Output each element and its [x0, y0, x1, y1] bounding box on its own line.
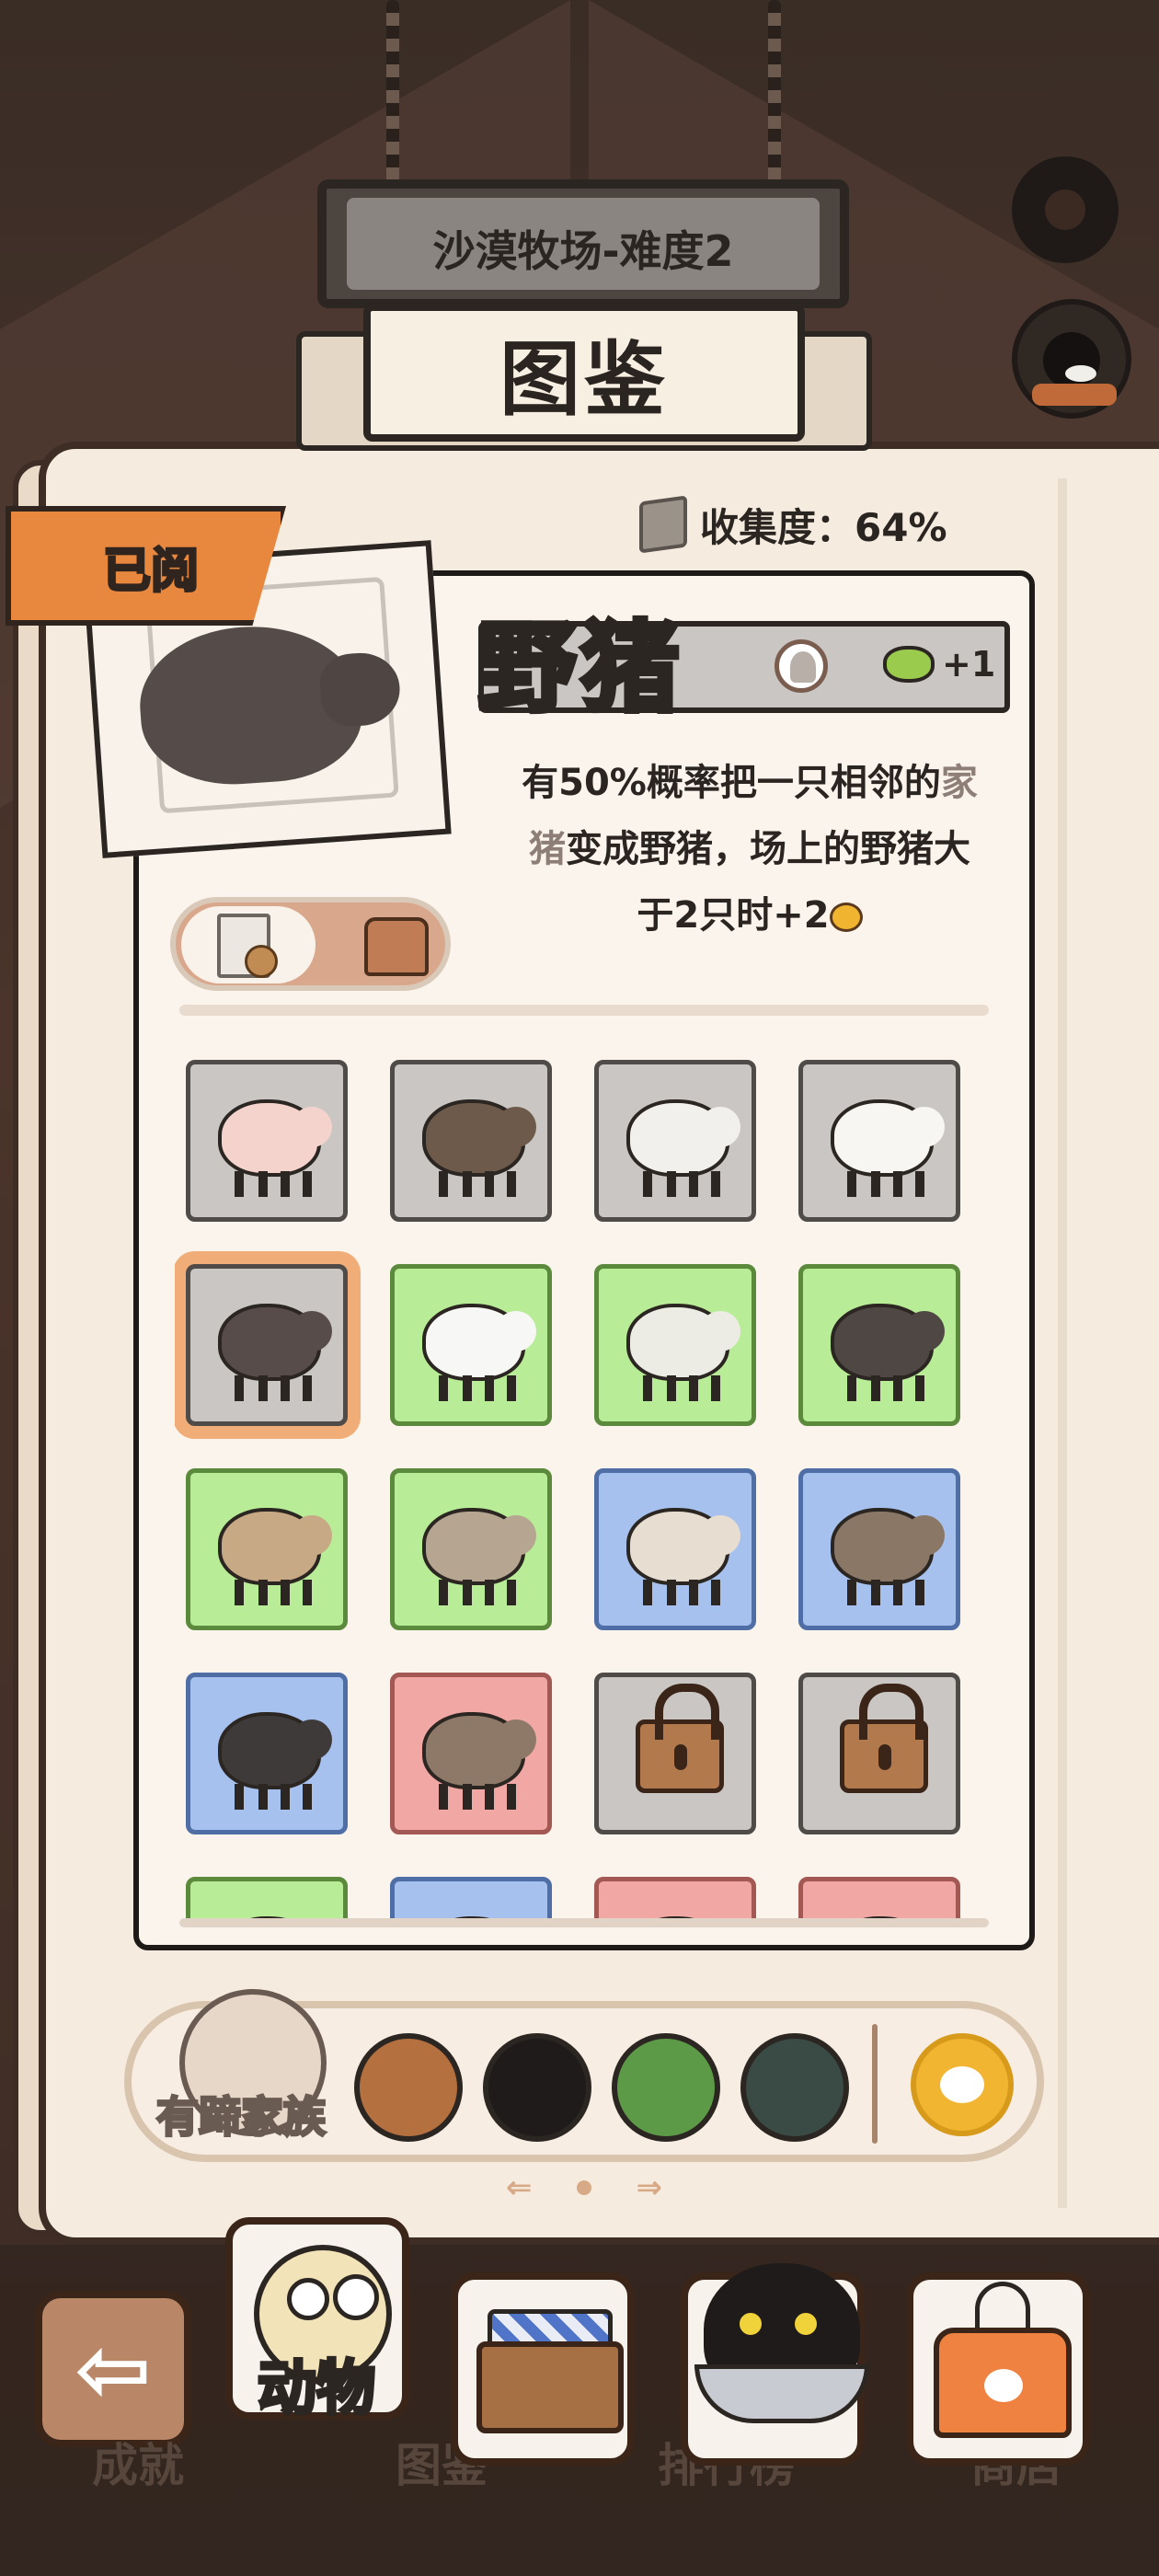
bonus-indicator: +1 — [883, 644, 995, 684]
page-dot — [577, 2180, 591, 2195]
pig-icon — [218, 1099, 332, 1197]
animal-description: 有50%概率把一只相邻的家 猪变成野猪，场上的野猪大 于2只时+2 — [522, 762, 978, 937]
animal-tile[interactable] — [390, 1673, 552, 1834]
sign-chain-right — [768, 0, 781, 184]
camel-icon — [422, 1508, 536, 1605]
back-arrow-icon: ⇦ — [75, 2315, 152, 2423]
sheep-icon — [626, 1099, 740, 1197]
animal-tile[interactable] — [594, 1673, 756, 1834]
poultry-family-tab[interactable] — [354, 2033, 463, 2142]
animal-tile[interactable] — [186, 1877, 348, 1918]
cow-brown-icon — [422, 1099, 536, 1197]
bird-family-tab[interactable] — [612, 2033, 720, 2142]
animal-name: 野猪 — [476, 609, 684, 728]
animal-tile[interactable] — [798, 1060, 960, 1222]
current-family-label: 有蹄家族 — [155, 2091, 327, 2144]
read-badge-label: 已阅 — [101, 542, 200, 600]
animal-tile[interactable] — [390, 1877, 552, 1918]
collection-label: 收集度：64% — [700, 504, 947, 550]
goat-white-icon — [831, 1099, 945, 1197]
animal-tile[interactable] — [186, 1468, 348, 1630]
bonus-value: +1 — [942, 644, 996, 684]
alpaca-icon — [626, 1508, 740, 1605]
mountain-goat-icon — [626, 1304, 740, 1401]
gazelle-icon — [218, 1508, 332, 1605]
animal-tile[interactable] — [798, 1673, 960, 1834]
animal-tile[interactable] — [390, 1264, 552, 1426]
sign-chain-left — [386, 0, 399, 184]
back-button[interactable]: ⇦ — [35, 2291, 191, 2447]
dairy-cow-icon — [422, 1304, 536, 1401]
animal-tile[interactable] — [798, 1264, 960, 1426]
farm-title: 沙漠牧场-难度2 — [432, 226, 734, 276]
animal-tile[interactable] — [594, 1468, 756, 1630]
lock-icon — [636, 1684, 724, 1793]
player-avatar[interactable] — [1012, 299, 1131, 419]
cat-eye-right — [791, 2309, 820, 2339]
animal-tile[interactable] — [594, 1877, 756, 1918]
animal-tile[interactable] — [594, 1264, 756, 1426]
animal-tile[interactable] — [186, 1673, 348, 1834]
family-separator — [872, 2024, 878, 2144]
animal-tile[interactable] — [186, 1264, 348, 1426]
divider — [179, 1005, 989, 1016]
doe-icon — [422, 1712, 536, 1810]
muskox-icon — [218, 1712, 332, 1810]
paw-coin-icon — [829, 903, 863, 932]
book-icon — [639, 495, 687, 554]
lock-icon — [840, 1684, 928, 1793]
arrow-left-icon[interactable]: ⇐ — [506, 2169, 533, 2206]
info-outfit-toggle[interactable] — [170, 897, 451, 991]
page-fold — [1058, 478, 1067, 2208]
page-title: 图鉴 — [499, 331, 669, 427]
bison-icon — [831, 1304, 945, 1401]
settings-gear-icon[interactable] — [1012, 156, 1119, 263]
wild-boar-icon — [218, 1304, 332, 1401]
animal-tile[interactable] — [594, 1060, 756, 1222]
collection-progress: 收集度：64% — [639, 495, 947, 554]
rodent-family-tab[interactable] — [740, 2033, 849, 2142]
hoof-family-icon — [775, 639, 828, 693]
nav-animals-label[interactable]: 动物 — [256, 2341, 377, 2426]
animal-tile[interactable] — [186, 1060, 348, 1222]
basket-icon — [476, 2341, 624, 2433]
farm-sign: 沙漠牧场-难度2 — [317, 179, 849, 308]
animal-grid[interactable] — [175, 1049, 1003, 1918]
predator-family-tab[interactable] — [483, 2033, 591, 2142]
animal-tile[interactable] — [798, 1468, 960, 1630]
animal-tile[interactable] — [798, 1877, 960, 1918]
outfit-shirt-icon[interactable] — [364, 917, 429, 976]
paw-icon[interactable] — [911, 2033, 1014, 2136]
ribbon-icon — [245, 945, 278, 978]
animal-tile[interactable] — [390, 1468, 552, 1630]
read-badge: 已阅 — [6, 506, 286, 626]
grid-scrollbar[interactable] — [179, 1918, 989, 1927]
title-tab: 图鉴 — [363, 304, 805, 442]
shirt-paw-icon — [984, 2369, 1023, 2402]
food-icon — [883, 646, 935, 683]
arrow-right-icon[interactable]: ⇒ — [637, 2169, 663, 2206]
page-indicator[interactable]: ⇐ ⇒ — [506, 2169, 663, 2206]
nav-achievements-label[interactable]: 成就 — [92, 2429, 184, 2495]
animal-tile[interactable] — [390, 1060, 552, 1222]
deer-icon — [831, 1508, 945, 1605]
cat-eye-left — [736, 2309, 765, 2339]
